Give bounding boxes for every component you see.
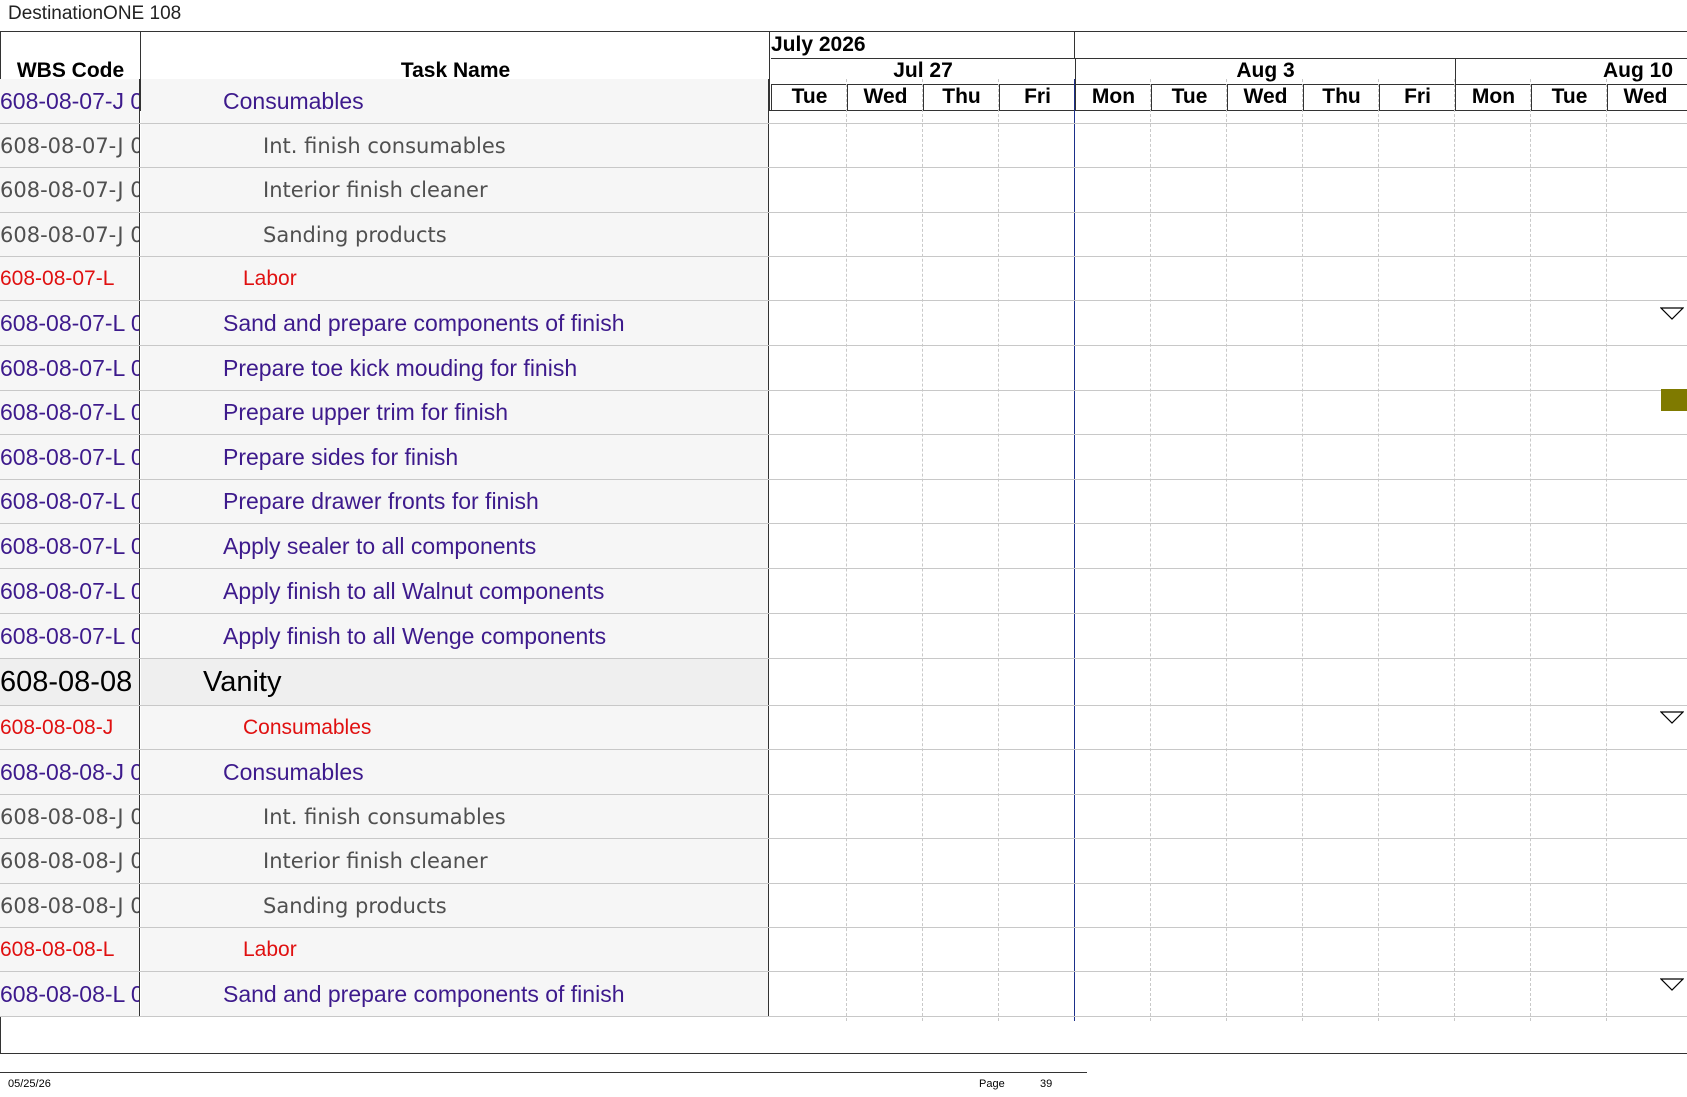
task-bar[interactable]: [1661, 388, 1687, 411]
wbs-code-cell[interactable]: 608-08-07-L 0: [0, 569, 140, 613]
wbs-code-cell[interactable]: 608-08-08-J 01: [0, 839, 140, 883]
task-name-cell[interactable]: Labor: [141, 928, 769, 971]
footer-divider: [0, 1072, 1087, 1073]
task-name-cell[interactable]: Apply finish to all Walnut components: [141, 569, 769, 613]
task-name-cell[interactable]: Prepare sides for finish: [141, 435, 769, 479]
document-title: DestinationONE 108: [8, 3, 182, 24]
task-name-cell[interactable]: Sanding products: [141, 884, 769, 927]
table-row[interactable]: 608-08-07-L 0 Apply sealer to all compone…: [0, 524, 1687, 569]
month-row: July 2026: [771, 32, 1687, 59]
table-row[interactable]: 608-08-07-J 01Int. finish consumables: [0, 124, 1687, 168]
wbs-code-cell[interactable]: 608-08-07-J 0: [0, 79, 140, 123]
wbs-code-cell[interactable]: 608-08-08-J: [0, 706, 140, 749]
wbs-code-cell[interactable]: 608-08-07-L 0: [0, 346, 140, 390]
task-name-cell[interactable]: Consumables: [141, 79, 769, 123]
table-row[interactable]: 608-08-08-J 0 Consumables: [0, 750, 1687, 795]
wbs-code-cell[interactable]: 608-08-08-J 0: [0, 750, 140, 794]
footer-page-number: 39: [1040, 1078, 1053, 1090]
month-label: July 2026: [771, 33, 866, 56]
task-name-cell[interactable]: Prepare drawer fronts for finish: [141, 480, 769, 523]
table-row[interactable]: 608-08-07-L 0 Prepare drawer fronts for f…: [0, 480, 1687, 524]
wbs-code-cell[interactable]: 608-08-08-J 01: [0, 795, 140, 838]
task-name-cell[interactable]: Sanding products: [141, 213, 769, 256]
task-name-cell[interactable]: Apply finish to all Wenge components: [141, 614, 769, 658]
table-row[interactable]: 608-08-07-L 0 Apply finish to all Wenge c…: [0, 614, 1687, 659]
wbs-code-cell[interactable]: 608-08-07-L 0: [0, 480, 140, 523]
wbs-code-cell[interactable]: 608-08-08-J 01: [0, 884, 140, 927]
wbs-code-cell[interactable]: 608-08-08-L: [0, 928, 140, 971]
table-row[interactable]: 608-08-07-L 0 Prepare upper trim for fini…: [0, 391, 1687, 435]
wbs-code-cell[interactable]: 608-08-07-J 01: [0, 124, 140, 167]
table-row[interactable]: 608-08-07-L 0 Prepare toe kick mouding fo…: [0, 346, 1687, 391]
table-row[interactable]: 608-08-08-L 0 Sand and prepare components…: [0, 972, 1687, 1017]
wbs-code-cell[interactable]: 608-08-07-L 0: [0, 524, 140, 568]
summary-triangle-icon: [1660, 978, 1684, 991]
footer-page-label: Page: [979, 1078, 1005, 1090]
task-name-cell[interactable]: Prepare upper trim for finish: [141, 391, 769, 434]
wbs-code-cell[interactable]: 608-08-07-L 0: [0, 391, 140, 434]
task-name-cell[interactable]: Interior finish cleaner: [141, 839, 769, 883]
task-name-cell[interactable]: Consumables: [141, 750, 769, 794]
table-row[interactable]: 608-08-07-J 01Sanding products: [0, 213, 1687, 257]
table-row[interactable]: 608-08-08 Vanity: [0, 659, 1687, 706]
task-name-cell[interactable]: Vanity: [141, 659, 769, 705]
table-row[interactable]: 608-08-08-J 01Sanding products: [0, 884, 1687, 928]
table-row[interactable]: 608-08-07-J 01Interior finish cleaner: [0, 168, 1687, 213]
task-name-cell[interactable]: Apply sealer to all components: [141, 524, 769, 568]
task-name-cell[interactable]: Int. finish consumables: [141, 124, 769, 167]
task-name-cell[interactable]: Prepare toe kick mouding for finish: [141, 346, 769, 390]
task-name-cell[interactable]: Interior finish cleaner: [141, 168, 769, 212]
table-row[interactable]: 608-08-08-L Labor: [0, 928, 1687, 972]
wbs-code-cell[interactable]: 608-08-07-L: [0, 257, 140, 300]
task-name-cell[interactable]: Labor: [141, 257, 769, 300]
summary-triangle-icon: [1660, 307, 1684, 320]
task-name-cell[interactable]: Sand and prepare components of finish: [141, 301, 769, 345]
wbs-code-cell[interactable]: 608-08-07-J 01: [0, 168, 140, 212]
table-row[interactable]: 608-08-07-L 0 Apply finish to all Walnut …: [0, 569, 1687, 614]
footer-date: 05/25/26: [8, 1078, 51, 1090]
table-row[interactable]: 608-08-07-L Labor: [0, 257, 1687, 301]
summary-triangle-icon: [1660, 710, 1684, 724]
wbs-code-cell[interactable]: 608-08-08-L 0: [0, 972, 140, 1016]
table-row[interactable]: 608-08-07-L 0 Prepare sides for finish: [0, 435, 1687, 480]
table-row[interactable]: 608-08-07-L 0 Sand and prepare components…: [0, 301, 1687, 346]
month-divider: [1074, 32, 1075, 58]
table-row[interactable]: 608-08-08-J 01Int. finish consumables: [0, 795, 1687, 839]
table-row[interactable]: 608-08-08-J Consumables: [0, 706, 1687, 750]
table-row[interactable]: 608-08-07-J 0 Consumables: [0, 79, 1687, 124]
task-name-cell[interactable]: Int. finish consumables: [141, 795, 769, 838]
table-row[interactable]: 608-08-08-J 01Interior finish cleaner: [0, 839, 1687, 884]
wbs-code-cell[interactable]: 608-08-07-L 0: [0, 435, 140, 479]
wbs-code-cell[interactable]: 608-08-07-L 0: [0, 301, 140, 345]
wbs-code-cell[interactable]: 608-08-07-J 01: [0, 213, 140, 256]
wbs-code-cell[interactable]: 608-08-08: [0, 659, 140, 705]
task-name-cell[interactable]: Sand and prepare components of finish: [141, 972, 769, 1016]
wbs-code-cell[interactable]: 608-08-07-L 0: [0, 614, 140, 658]
task-name-cell[interactable]: Consumables: [141, 706, 769, 749]
